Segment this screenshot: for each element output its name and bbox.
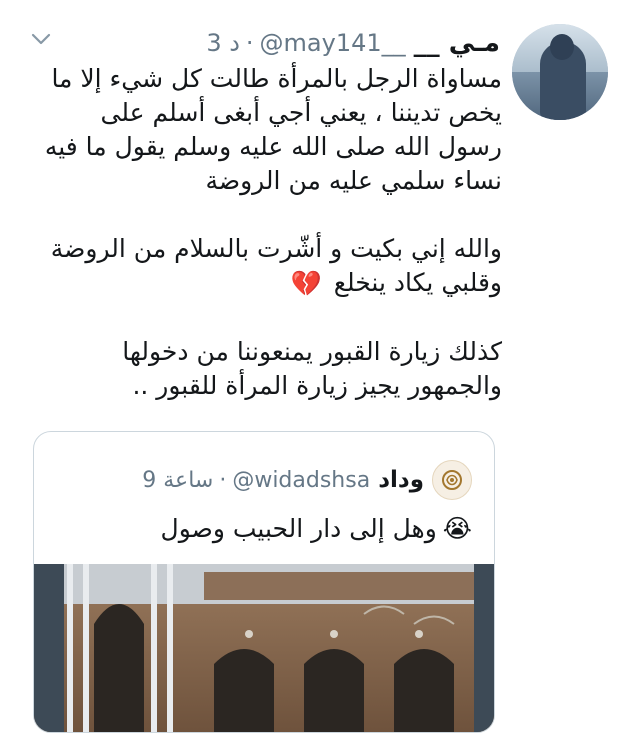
- quoted-header: وداد @widadshsa · 9 ساعة: [142, 460, 472, 500]
- tweet-line-text: وقلبي يكاد ينخلع: [333, 268, 502, 297]
- tweet-paragraph-3: كذلك زيارة القبور يمنعوننا من دخولها وال…: [22, 335, 502, 403]
- author-avatar[interactable]: [512, 24, 608, 120]
- tweet-line: كذلك زيارة القبور يمنعوننا من دخولها: [122, 337, 502, 366]
- tweet-line: وقلبي يكاد ينخلع 💔: [22, 266, 502, 301]
- author-name[interactable]: مـي __: [414, 28, 500, 58]
- quoted-text: وهل إلى دار الحبيب وصول 😭: [161, 514, 472, 543]
- mosque-arches-image: [34, 564, 494, 732]
- broken-heart-emoji: 💔: [290, 269, 322, 298]
- tweet-line: رسول الله صلى الله عليه وسلم يقول ما فيه: [44, 132, 502, 161]
- quoted-media-image[interactable]: [34, 564, 494, 732]
- ornament-icon: [442, 470, 462, 490]
- chevron-down-icon[interactable]: [30, 28, 52, 50]
- tweet-line: والجمهور يجيز زيارة المرأة للقبور ..: [132, 371, 502, 400]
- tweet-meta: @may141__ · 3 د: [206, 29, 405, 57]
- tweet-line: يخص تديننا ، يعني أجي أبغى أسلم على: [100, 98, 502, 127]
- quoted-tweet[interactable]: وداد @widadshsa · 9 ساعة وهل إلى دار الح…: [33, 431, 495, 733]
- tweet-paragraph-1: مساواة الرجل بالمرأة طالت كل شيء إلا ما …: [22, 62, 502, 198]
- meta-separator: ·: [245, 29, 254, 57]
- tweet-text: مساواة الرجل بالمرأة طالت كل شيء إلا ما …: [22, 62, 502, 437]
- tweet-line: والله إني بكيت و أشّرت بالسلام من الروضة: [50, 234, 502, 263]
- quoted-avatar[interactable]: [432, 460, 472, 500]
- tweet-line: نساء سلمي عليه من الروضة: [205, 166, 502, 195]
- tweet: مـي __ @may141__ · 3 د مساواة الرجل بالم…: [0, 0, 640, 733]
- tweet-time[interactable]: 3 د: [206, 29, 240, 57]
- quoted-time[interactable]: 9 ساعة: [142, 468, 213, 493]
- crying-emoji: 😭: [442, 514, 472, 543]
- tweet-header: مـي __ @may141__ · 3 د: [206, 26, 500, 60]
- quoted-meta: @widadshsa · 9 ساعة: [142, 468, 370, 493]
- quoted-text-body: وهل إلى دار الحبيب وصول: [160, 514, 437, 543]
- quoted-separator: ·: [219, 467, 227, 493]
- quoted-author-name[interactable]: وداد: [378, 467, 424, 493]
- tweet-paragraph-2: والله إني بكيت و أشّرت بالسلام من الروضة…: [22, 232, 502, 301]
- quoted-handle[interactable]: @widadshsa: [232, 468, 370, 493]
- tweet-line: مساواة الرجل بالمرأة طالت كل شيء إلا ما: [51, 64, 502, 93]
- author-handle[interactable]: @may141__: [260, 29, 406, 57]
